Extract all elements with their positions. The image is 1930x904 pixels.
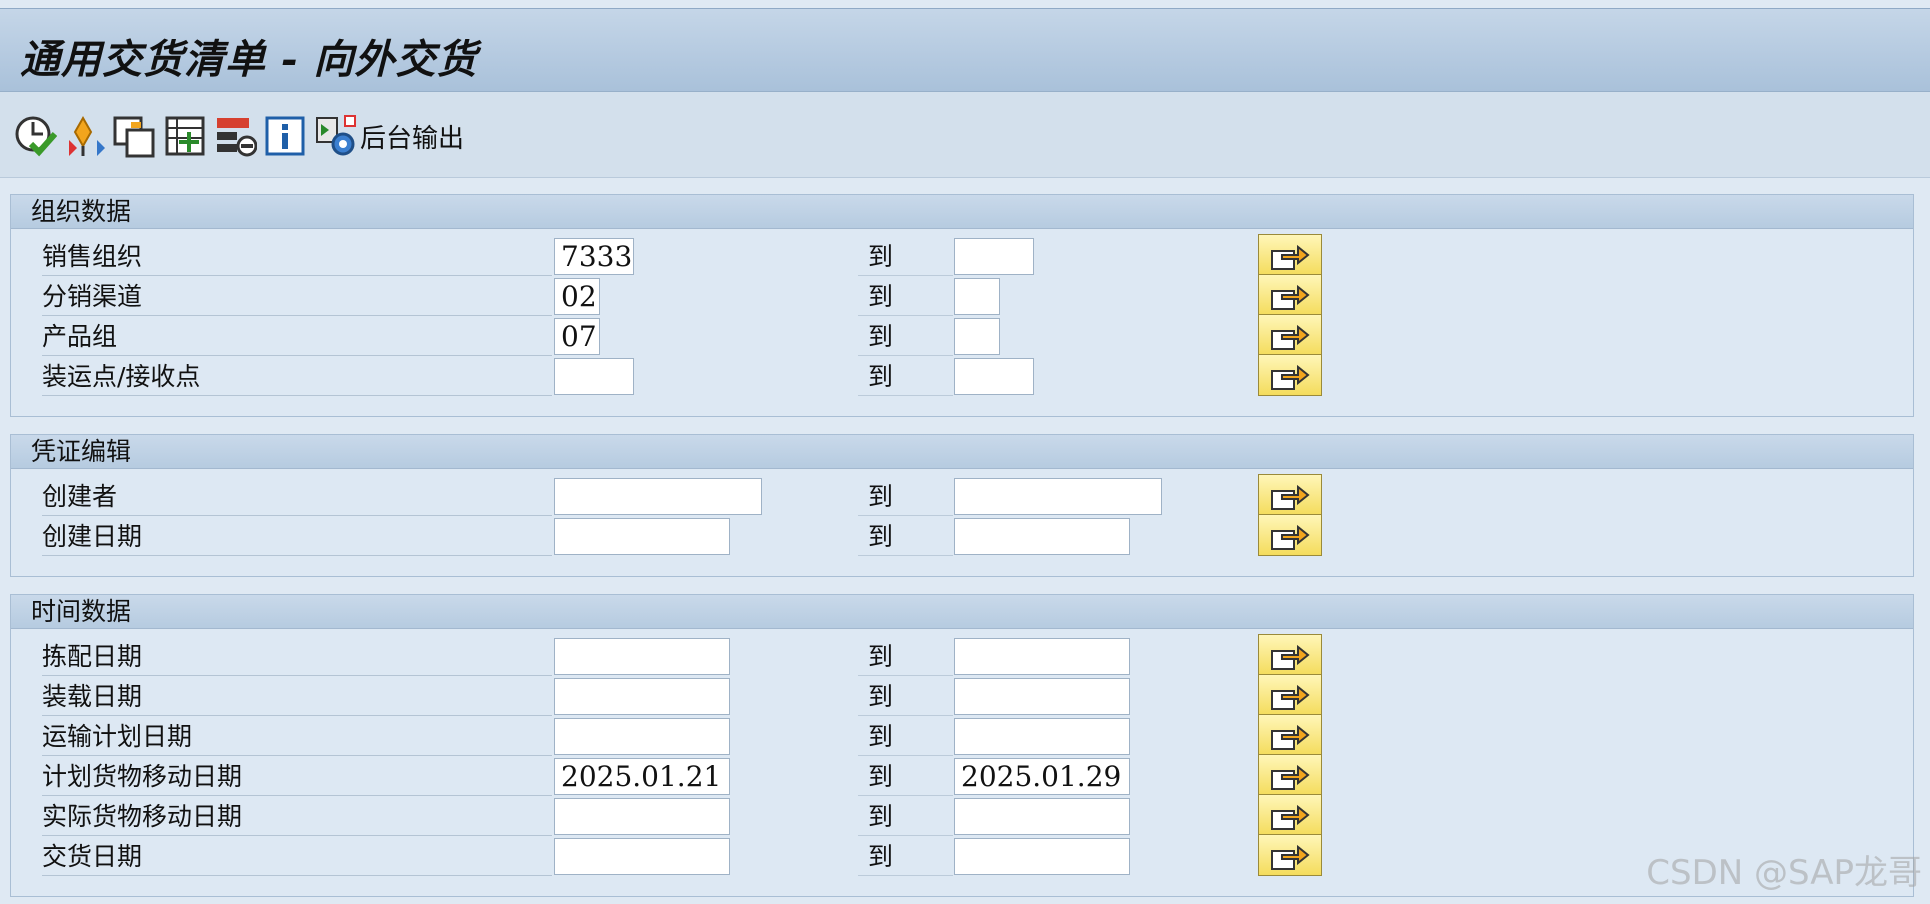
row-created-on: 创建日期 到 [30, 514, 1330, 556]
multiple-selection-icon[interactable] [162, 112, 208, 160]
row-planned-goods-movement-date: 计划货物移动日期 2025.01.21 到 2025.01.29 [30, 754, 1330, 796]
row-division: 产品组 07 到 [30, 314, 1330, 356]
to-label: 到 [858, 798, 953, 836]
field-label: 装载日期 [42, 678, 552, 716]
multiple-selection-button[interactable] [1258, 234, 1322, 276]
arrow-right-icon [1271, 244, 1310, 270]
field-label: 实际货物移动日期 [42, 798, 552, 836]
row-actual-goods-movement-date: 实际货物移动日期 到 [30, 794, 1330, 836]
field-label: 创建者 [42, 478, 552, 516]
division-from-input[interactable]: 07 [554, 318, 600, 355]
watermark: CSDN @SAP龙哥 [1646, 853, 1922, 893]
page-title: 通用交货清单 - 向外交货 [20, 36, 478, 83]
multiple-selection-button[interactable] [1258, 714, 1322, 756]
picking-date-from-input[interactable] [554, 638, 730, 675]
multiple-selection-button[interactable] [1258, 674, 1322, 716]
row-delivery-date: 交货日期 到 [30, 834, 1330, 876]
field-label: 交货日期 [42, 838, 552, 876]
dist-channel-from-input[interactable]: 02 [554, 278, 600, 315]
field-label: 创建日期 [42, 518, 552, 556]
title-bar: 通用交货清单 - 向外交货 [0, 8, 1930, 92]
multiple-selection-button[interactable] [1258, 754, 1322, 796]
multiple-selection-button[interactable] [1258, 634, 1322, 676]
to-label: 到 [858, 278, 953, 316]
actual-gm-date-from-input[interactable] [554, 798, 730, 835]
created-on-to-input[interactable] [954, 518, 1130, 555]
shipping-point-from-input[interactable] [554, 358, 634, 395]
field-label: 销售组织 [42, 238, 552, 276]
delivery-date-from-input[interactable] [554, 838, 730, 875]
field-label: 拣配日期 [42, 638, 552, 676]
delete-selection-icon[interactable] [212, 112, 258, 160]
field-label: 计划货物移动日期 [42, 758, 552, 796]
multiple-selection-button[interactable] [1258, 794, 1322, 836]
copy-icon[interactable] [110, 112, 156, 160]
row-picking-date: 拣配日期 到 [30, 634, 1330, 676]
row-shipping-point: 装运点/接收点 到 [30, 354, 1330, 396]
to-label: 到 [858, 478, 953, 516]
loading-date-to-input[interactable] [954, 678, 1130, 715]
created-by-from-input[interactable] [554, 478, 762, 515]
arrow-right-icon [1271, 844, 1310, 870]
to-label: 到 [858, 518, 953, 556]
sales-org-to-input[interactable] [954, 238, 1034, 275]
arrow-right-icon [1271, 524, 1310, 550]
shipping-point-to-input[interactable] [954, 358, 1034, 395]
arrow-right-icon [1271, 724, 1310, 750]
row-sales-org: 销售组织 7333 到 [30, 234, 1330, 276]
multiple-selection-button[interactable] [1258, 274, 1322, 316]
multiple-selection-button[interactable] [1258, 354, 1322, 396]
multiple-selection-button[interactable] [1258, 314, 1322, 356]
transport-planning-date-to-input[interactable] [954, 718, 1130, 755]
multiple-selection-button[interactable] [1258, 514, 1322, 556]
to-label: 到 [858, 718, 953, 756]
arrow-right-icon [1271, 324, 1310, 350]
planned-gm-date-to-input[interactable]: 2025.01.29 [954, 758, 1130, 795]
multiple-selection-button[interactable] [1258, 474, 1322, 516]
to-label: 到 [858, 678, 953, 716]
field-label: 产品组 [42, 318, 552, 356]
picking-date-to-input[interactable] [954, 638, 1130, 675]
group-title: 凭证编辑 [11, 435, 1913, 469]
group-title: 时间数据 [11, 595, 1913, 629]
created-by-to-input[interactable] [954, 478, 1162, 515]
to-label: 到 [858, 358, 953, 396]
get-variant-icon[interactable] [60, 112, 106, 160]
delivery-date-to-input[interactable] [954, 838, 1130, 875]
background-job-icon[interactable] [312, 112, 358, 160]
loading-date-from-input[interactable] [554, 678, 730, 715]
to-label: 到 [858, 838, 953, 876]
field-label: 运输计划日期 [42, 718, 552, 756]
dist-channel-to-input[interactable] [954, 278, 1000, 315]
background-output-button[interactable]: 后台输出 [360, 118, 464, 155]
field-label: 装运点/接收点 [42, 358, 552, 396]
transport-planning-date-from-input[interactable] [554, 718, 730, 755]
arrow-right-icon [1271, 284, 1310, 310]
to-label: 到 [858, 758, 953, 796]
group-title: 组织数据 [11, 195, 1913, 229]
arrow-right-icon [1271, 764, 1310, 790]
arrow-right-icon [1271, 484, 1310, 510]
row-transport-planning-date: 运输计划日期 到 [30, 714, 1330, 756]
planned-gm-date-from-input[interactable]: 2025.01.21 [554, 758, 730, 795]
multiple-selection-button[interactable] [1258, 834, 1322, 876]
row-distribution-channel: 分销渠道 02 到 [30, 274, 1330, 316]
division-to-input[interactable] [954, 318, 1000, 355]
arrow-right-icon [1271, 364, 1310, 390]
sales-org-from-input[interactable]: 7333 [554, 238, 634, 275]
to-label: 到 [858, 638, 953, 676]
field-label: 分销渠道 [42, 278, 552, 316]
execute-icon[interactable] [12, 112, 58, 160]
to-label: 到 [858, 318, 953, 356]
arrow-right-icon [1271, 644, 1310, 670]
actual-gm-date-to-input[interactable] [954, 798, 1130, 835]
arrow-right-icon [1271, 684, 1310, 710]
arrow-right-icon [1271, 804, 1310, 830]
application-toolbar [0, 92, 1930, 178]
row-created-by: 创建者 到 [30, 474, 1330, 516]
info-icon[interactable] [262, 112, 308, 160]
to-label: 到 [858, 238, 953, 276]
row-loading-date: 装载日期 到 [30, 674, 1330, 716]
created-on-from-input[interactable] [554, 518, 730, 555]
